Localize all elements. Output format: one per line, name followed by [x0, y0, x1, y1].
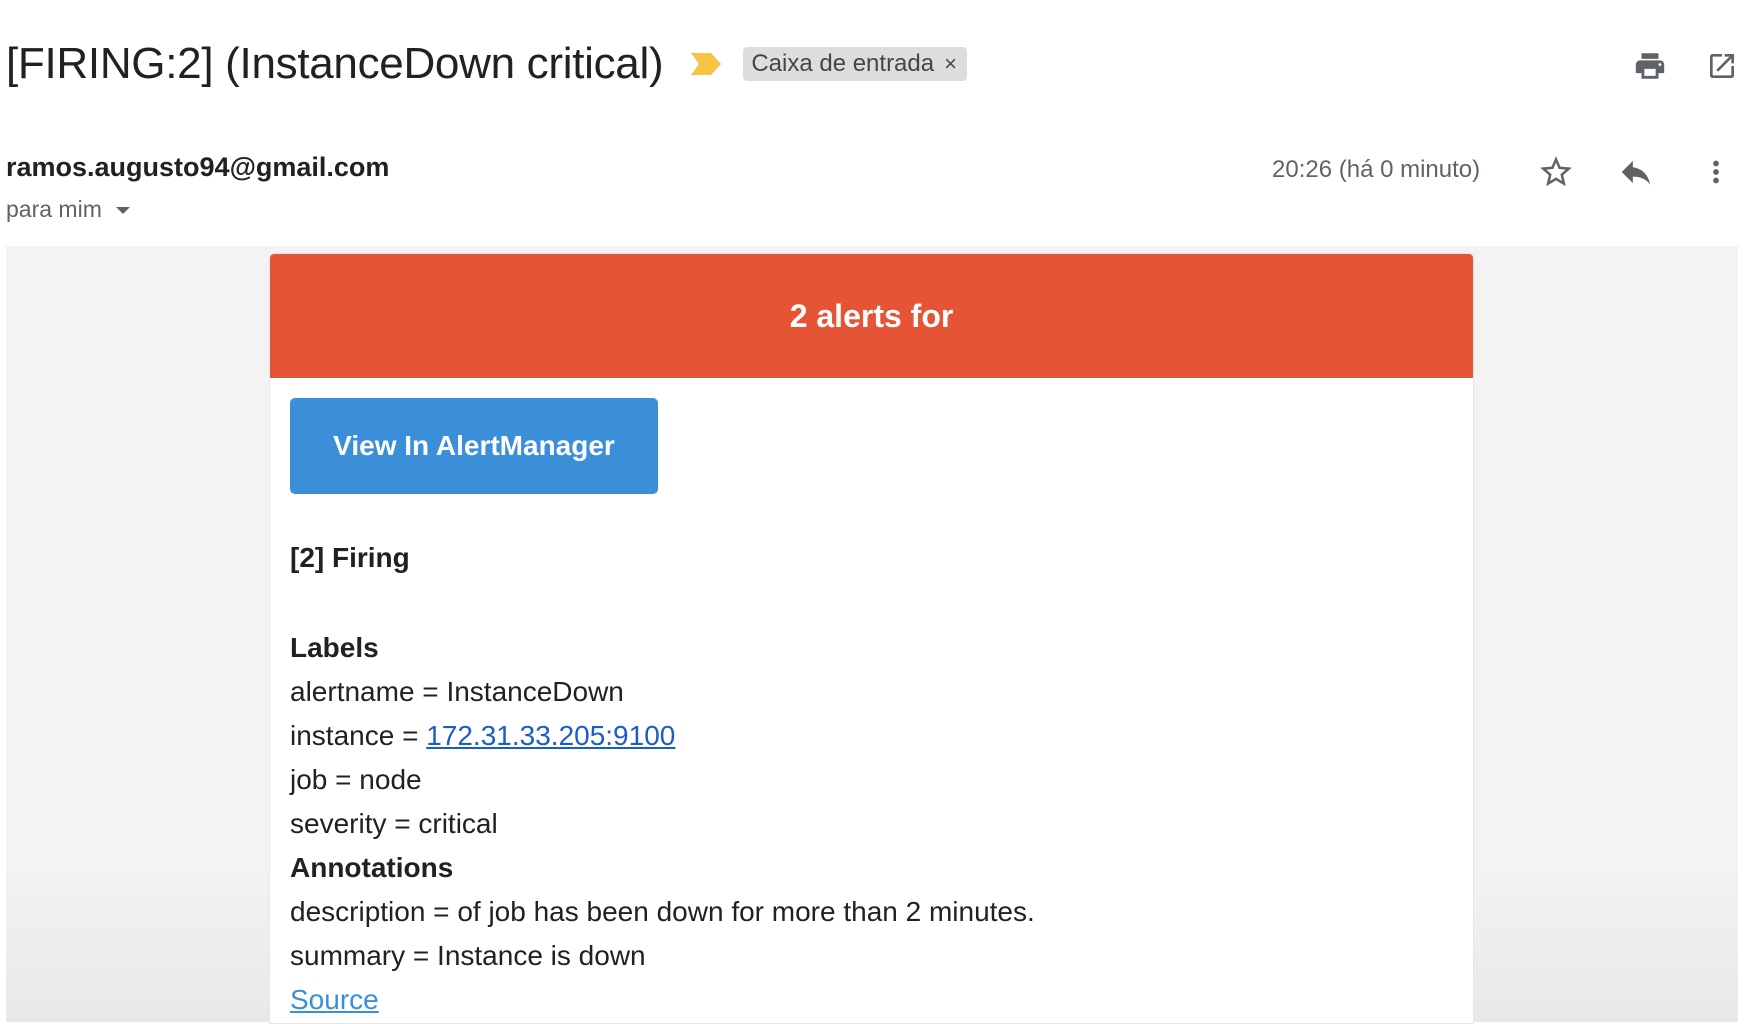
annotation-row-description: description = of job has been down for m…: [290, 890, 1453, 934]
alert-content: View In AlertManager [2] Firing Labels a…: [270, 378, 1473, 1022]
annotation-value: of job has been down for more than 2 min…: [457, 896, 1035, 927]
labels-heading: Labels: [290, 632, 379, 663]
label-value: InstanceDown: [446, 676, 624, 707]
subject-row: [FIRING:2] (InstanceDown critical) Caixa…: [6, 34, 967, 94]
label-row-alertname: alertname = InstanceDown: [290, 670, 1453, 714]
sender-address: ramos.augusto94@gmail.com: [6, 152, 390, 182]
label-key: alertname: [290, 676, 415, 707]
annotation-value: Instance is down: [437, 940, 646, 971]
label-row-severity: severity = critical: [290, 802, 1453, 846]
alert-card: 2 alerts for View In AlertManager [2] Fi…: [269, 253, 1474, 1024]
instance-link[interactable]: 172.31.33.205:9100: [426, 720, 675, 751]
label-row-job: job = node: [290, 758, 1453, 802]
label-sep: =: [386, 808, 419, 839]
remove-label-icon[interactable]: ×: [944, 51, 957, 77]
alert-banner-title: 2 alerts for: [789, 297, 954, 334]
annotation-row-summary: summary = Instance is down: [290, 934, 1453, 978]
label-sep: =: [394, 720, 427, 751]
label-chip-inbox: Caixa de entrada ×: [743, 47, 967, 81]
label-value: node: [359, 764, 422, 795]
chevron-down-icon[interactable]: [115, 207, 130, 214]
star-icon[interactable]: [1532, 148, 1580, 196]
label-sep: =: [327, 764, 360, 795]
label-row-instance: instance = 172.31.33.205:9100: [290, 714, 1453, 758]
annotation-key: description: [290, 896, 426, 927]
email-timestamp: 20:26 (há 0 minuto): [1272, 156, 1481, 183]
label-key: instance: [290, 720, 395, 751]
label-chip-text: Caixa de entrada: [751, 50, 935, 77]
print-icon[interactable]: [1628, 44, 1672, 88]
firing-heading: [2] Firing: [290, 542, 410, 573]
more-vertical-icon[interactable]: [1692, 148, 1740, 196]
annotation-sep: =: [425, 896, 458, 927]
email-subject: [FIRING:2] (InstanceDown critical): [6, 39, 664, 88]
view-in-alertmanager-button[interactable]: View In AlertManager: [290, 398, 658, 494]
reply-icon[interactable]: [1612, 148, 1660, 196]
annotation-key: summary: [290, 940, 406, 971]
alert-banner: 2 alerts for: [270, 254, 1473, 378]
label-key: severity: [290, 808, 387, 839]
label-value: critical: [418, 808, 498, 839]
open-in-new-window-icon[interactable]: [1700, 44, 1744, 88]
recipient-line[interactable]: para mim: [6, 196, 130, 223]
source-link[interactable]: Source: [290, 984, 379, 1015]
recipient-text: para mim: [6, 196, 102, 222]
importance-marker-icon[interactable]: [689, 51, 723, 77]
annotations-heading: Annotations: [290, 852, 454, 883]
label-sep: =: [414, 676, 447, 707]
label-key: job: [290, 764, 328, 795]
annotation-sep: =: [405, 940, 438, 971]
